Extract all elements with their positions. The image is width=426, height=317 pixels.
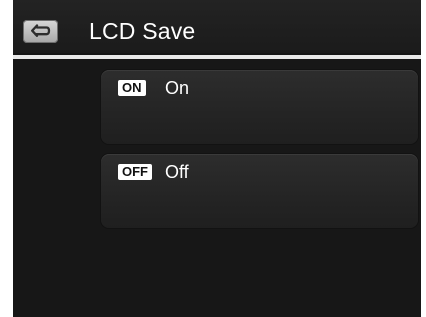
page-title: LCD Save [89, 18, 196, 44]
lcd-save-screen: LCD Save ON On OFF Off [13, 0, 421, 317]
option-on-label: On [165, 78, 190, 98]
back-button[interactable] [23, 20, 58, 43]
header-bar: LCD Save [13, 0, 421, 53]
options-panel: ON On OFF Off [13, 59, 421, 317]
on-badge-icon: ON [118, 80, 146, 96]
option-on[interactable]: ON On [101, 70, 418, 144]
off-badge-icon: OFF [118, 164, 152, 180]
option-off-label: Off [165, 162, 189, 182]
back-arrow-icon [31, 24, 51, 37]
option-off[interactable]: OFF Off [101, 154, 418, 228]
